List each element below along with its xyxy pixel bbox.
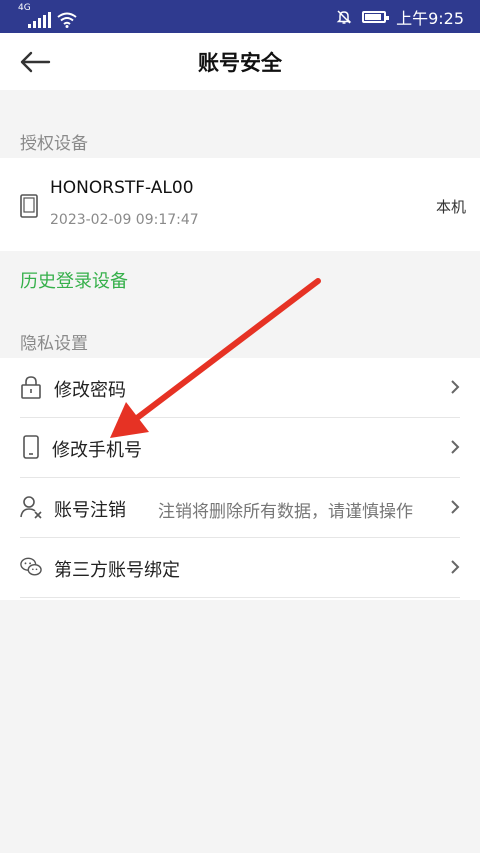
section-label-authorized-devices: 授权设备 — [20, 134, 88, 154]
chevron-right-icon — [451, 560, 460, 574]
app-header: 账号安全 — [0, 33, 480, 90]
wifi-icon — [57, 12, 77, 28]
delete-account-item[interactable]: 账号注销 注销将删除所有数据，请谨慎操作 — [0, 478, 480, 538]
user-remove-icon — [20, 496, 42, 519]
privacy-settings-list: 修改密码 修改手机号 账号注销 注销将删除所有数据，请谨慎操作 第三方账号绑定 — [0, 358, 480, 600]
device-card: HONORSTF-AL00 2023-02-09 09:17:47 本机 — [0, 158, 480, 251]
bell-off-icon — [336, 10, 352, 24]
device-login-time: 2023-02-09 09:17:47 — [50, 212, 199, 228]
chevron-right-icon — [451, 380, 460, 394]
chevron-right-icon — [451, 440, 460, 454]
device-name: HONORSTF-AL00 — [50, 178, 194, 198]
tablet-icon — [20, 194, 38, 218]
section-label-privacy: 隐私设置 — [20, 334, 88, 354]
delete-account-warning: 注销将删除所有数据，请谨慎操作 — [158, 502, 413, 522]
history-devices-link[interactable]: 历史登录设备 — [20, 267, 128, 293]
wechat-icon — [20, 557, 42, 576]
change-password-item[interactable]: 修改密码 — [0, 358, 480, 418]
battery-icon — [362, 11, 390, 23]
clock: 上午9:25 — [396, 9, 464, 28]
signal-icon — [28, 12, 51, 28]
change-phone-label: 修改手机号 — [52, 440, 142, 461]
chevron-right-icon — [451, 500, 460, 514]
current-device-tag: 本机 — [435, 198, 466, 216]
status-bar: 4G 上午9:25 — [0, 0, 480, 33]
divider — [20, 597, 460, 598]
delete-account-label: 账号注销 — [54, 500, 126, 521]
network-type: 4G — [18, 3, 31, 13]
page-title: 账号安全 — [198, 51, 282, 75]
change-phone-item[interactable]: 修改手机号 — [0, 418, 480, 478]
third-party-binding-item[interactable]: 第三方账号绑定 — [0, 538, 480, 598]
change-password-label: 修改密码 — [54, 380, 126, 401]
signal-area: 4G — [18, 3, 77, 28]
third-party-binding-label: 第三方账号绑定 — [54, 560, 180, 581]
phone-icon — [23, 435, 39, 459]
status-right: 上午9:25 — [336, 6, 464, 28]
lock-icon — [21, 376, 41, 399]
